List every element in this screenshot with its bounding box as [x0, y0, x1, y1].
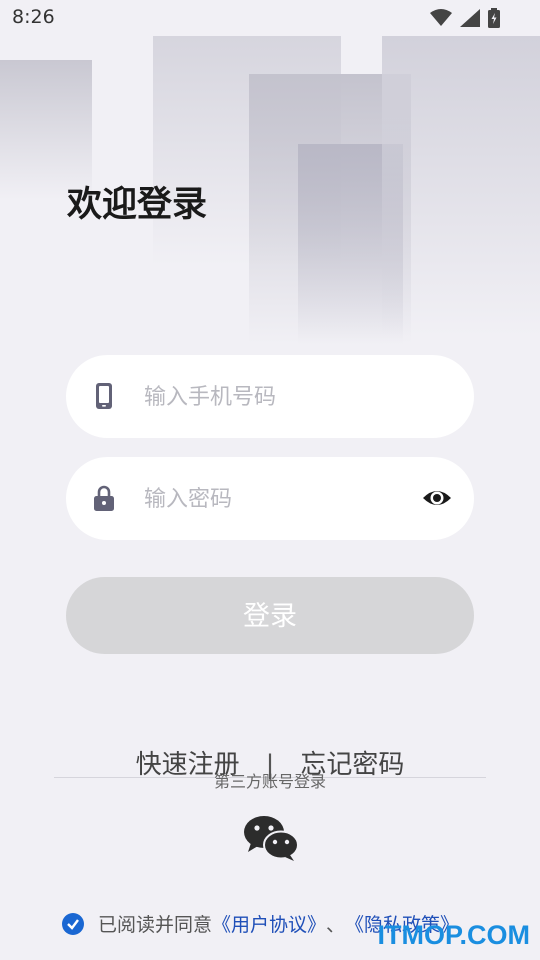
watermark: ITMOP.COM [377, 920, 530, 950]
check-icon [67, 918, 79, 930]
wifi-icon [430, 9, 452, 26]
forgot-password-link[interactable]: 忘记密码 [300, 744, 404, 781]
wechat-icon[interactable] [243, 815, 299, 861]
phone-input[interactable] [142, 375, 406, 419]
agreement-checkbox[interactable] [62, 912, 84, 935]
battery-icon [488, 8, 500, 28]
lock-icon [94, 485, 114, 511]
user-agreement-link[interactable]: 《用户协议》 [212, 910, 326, 937]
link-separator: | [265, 750, 275, 780]
status-icons [430, 8, 500, 28]
password-input[interactable] [142, 477, 406, 521]
status-time: 8:26 [12, 6, 55, 28]
agreement-joiner: 、 [326, 914, 346, 936]
login-button[interactable]: 登录 [66, 577, 474, 654]
password-field[interactable] [66, 457, 474, 540]
page-title: 欢迎登录 [67, 185, 208, 225]
eye-icon[interactable] [422, 485, 452, 511]
signal-icon [460, 9, 480, 27]
bg-building [382, 36, 540, 336]
auth-links: 快速注册 | 忘记密码 [0, 744, 540, 781]
phone-field[interactable] [66, 355, 474, 438]
status-bar: 8:26 [0, 0, 540, 36]
agreement-prefix: 已阅读并同意 [98, 914, 213, 936]
phone-icon [96, 383, 112, 409]
register-link[interactable]: 快速注册 [136, 744, 240, 781]
